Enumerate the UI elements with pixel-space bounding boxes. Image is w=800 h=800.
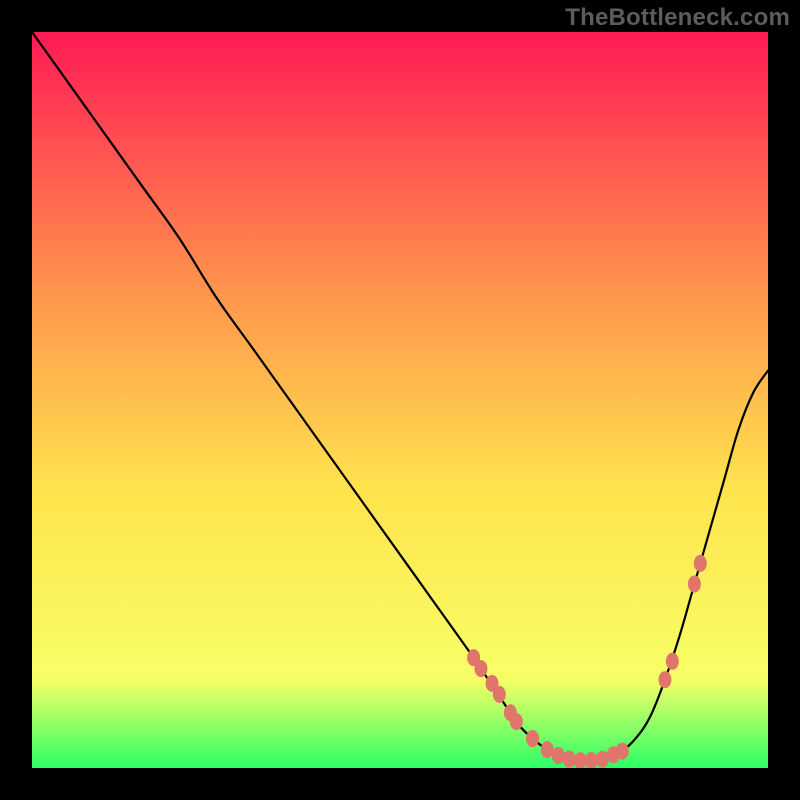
watermark-label: TheBottleneck.com	[565, 4, 790, 32]
data-marker	[510, 713, 523, 730]
data-marker	[526, 730, 539, 747]
data-marker	[493, 686, 506, 703]
data-marker	[596, 751, 609, 768]
plot-frame	[32, 32, 768, 768]
bottleneck-chart	[32, 32, 768, 768]
data-marker	[688, 576, 701, 593]
data-marker	[552, 747, 565, 764]
data-marker	[474, 660, 487, 677]
gradient-background	[32, 32, 768, 768]
data-marker	[666, 653, 679, 670]
chart-stage: TheBottleneck.com	[0, 0, 800, 800]
data-marker	[616, 743, 629, 760]
data-marker	[694, 555, 707, 572]
data-marker	[563, 751, 576, 768]
data-marker	[658, 671, 671, 688]
